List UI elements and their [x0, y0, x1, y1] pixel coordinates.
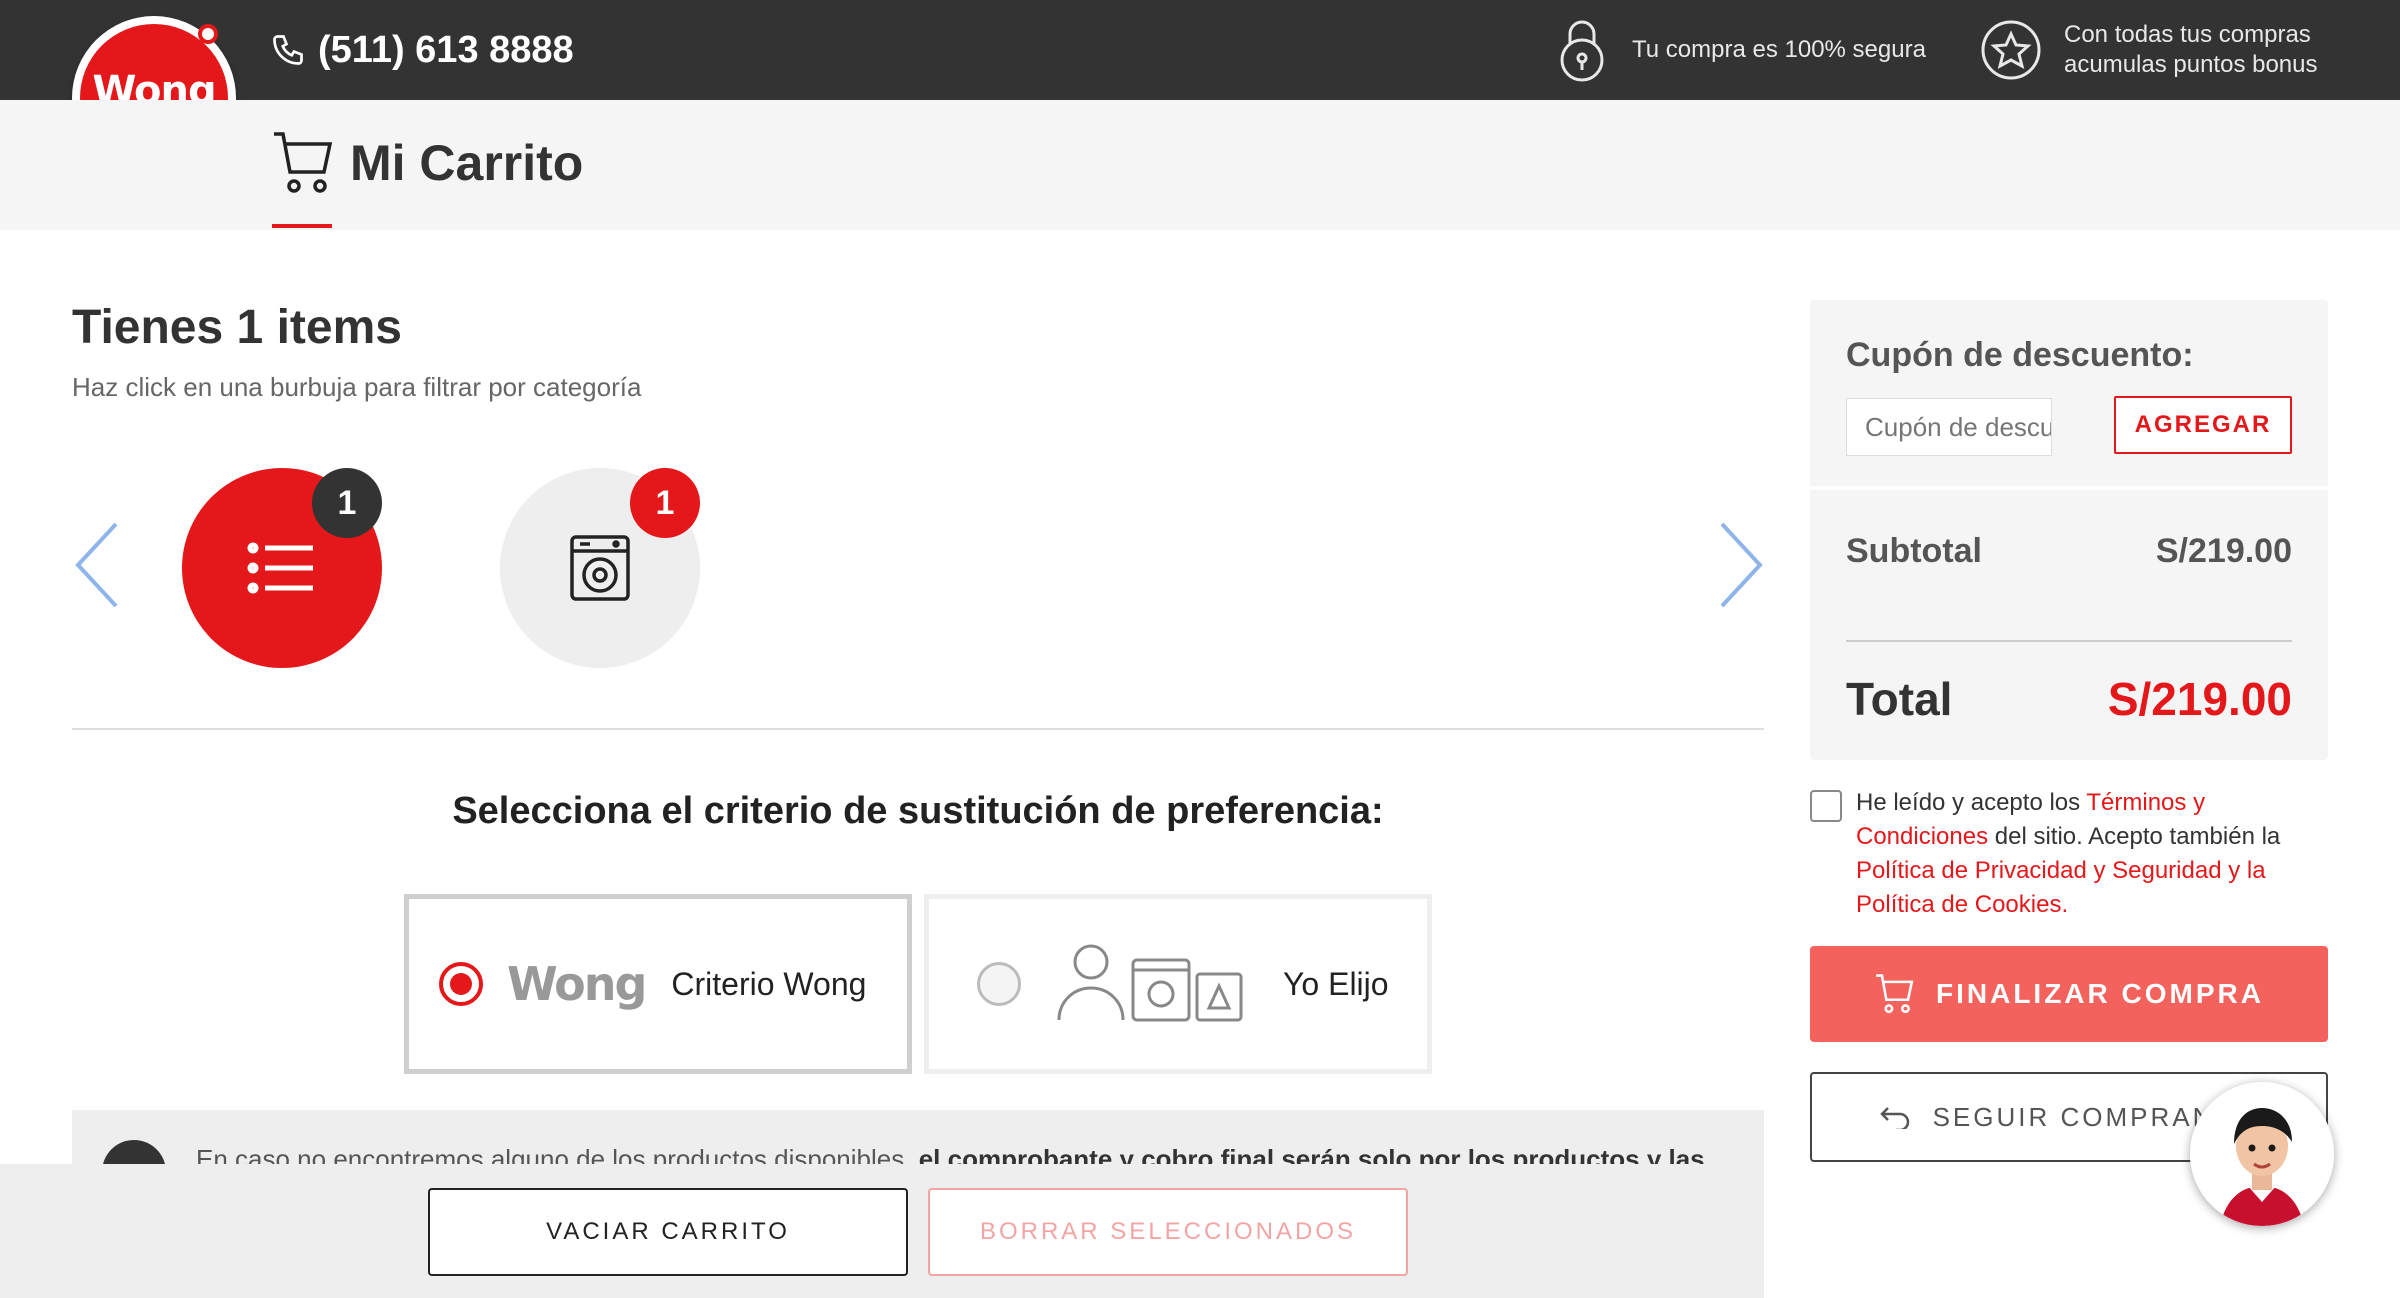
total-value: S/219.00 [2107, 673, 2292, 725]
phone-number: (511) 613 8888 [318, 28, 574, 71]
section-divider [72, 728, 1764, 730]
summary-divider [1846, 640, 2292, 642]
category-count-badge: 1 [312, 468, 382, 538]
page-title-text: Mi Carrito [350, 135, 584, 191]
terms-text-part2: del sitio. Acepto también la [1988, 823, 2281, 850]
carousel-next-arrow-icon[interactable] [1716, 520, 1766, 610]
phone-contact[interactable]: (511) 613 8888 [270, 26, 574, 74]
cart-icon [1876, 974, 1914, 1014]
cart-header: Mi Carrito [0, 100, 2400, 230]
radio-selected-dot [450, 973, 472, 995]
page-title: Mi Carrito [272, 130, 583, 196]
items-count-title: Tienes 1 items [72, 301, 402, 354]
option-label: Criterio Wong [671, 965, 867, 1002]
option-yo-elijo[interactable]: Yo Elijo [924, 894, 1432, 1074]
finalize-purchase-button[interactable]: FINALIZAR COMPRA [1810, 946, 2328, 1042]
subtotal-value: S/219.00 [2155, 532, 2292, 570]
total-label: Total [1846, 673, 1953, 725]
phone-icon [273, 35, 303, 65]
secure-purchase-notice: Tu compra es 100% segura [1558, 16, 1926, 84]
subtotal-label: Subtotal [1846, 532, 1982, 570]
radio-criterio-wong[interactable] [439, 962, 483, 1006]
chat-assistant-avatar[interactable] [2190, 1082, 2334, 1226]
terms-text: He leído y acepto los Términos y Condici… [1856, 786, 2296, 922]
return-arrow-icon [1879, 1107, 1909, 1129]
lock-icon [1560, 20, 1604, 82]
delete-selected-button[interactable]: BORRAR SELECCIONADOS [928, 1188, 1408, 1276]
bonus-text: Con todas tus compras acumulas puntos bo… [2064, 21, 2318, 78]
option-label: Yo Elijo [1283, 965, 1389, 1002]
assistant-avatar-icon [2190, 1082, 2334, 1226]
wong-grey-logo: Wong [507, 957, 647, 1011]
carousel-prev-arrow-icon[interactable] [72, 520, 122, 610]
summary-separator [1810, 486, 2328, 490]
radio-yo-elijo[interactable] [977, 962, 1021, 1006]
title-underline [272, 224, 332, 228]
substitution-info-box: En caso no encontremos alguno de los pro… [72, 1110, 1764, 1170]
add-coupon-button[interactable]: AGREGAR [2114, 396, 2292, 454]
empty-cart-button[interactable]: VACIAR CARRITO [428, 1188, 908, 1276]
finalize-label: FINALIZAR COMPRA [1936, 978, 2264, 1009]
terms-text-part1: He leído y acepto los [1856, 789, 2087, 816]
logo-dot [198, 24, 218, 44]
category-count-badge: 1 [630, 468, 700, 538]
secure-text: Tu compra es 100% segura [1632, 36, 1926, 63]
top-bar: (511) 613 8888 Tu compra es 100% segura … [0, 0, 2400, 100]
washing-machine-icon [570, 535, 630, 601]
cart-icon [274, 132, 332, 193]
user-choice-icon [1057, 944, 1243, 1022]
coupon-title: Cupón de descuento: [1846, 336, 2194, 374]
substitution-title: Selecciona el criterio de sustitución de… [452, 790, 1384, 832]
coupon-input[interactable] [1846, 398, 2052, 456]
list-icon [247, 542, 313, 594]
order-summary: Cupón de descuento: AGREGAR Subtotal S/2… [1810, 300, 2328, 760]
items-subtitle: Haz click en una burbuja para filtrar po… [72, 372, 642, 402]
privacy-link[interactable]: Política de Privacidad y Seguridad y la … [1856, 857, 2266, 918]
bonus-points-notice: Con todas tus compras acumulas puntos bo… [1980, 16, 2364, 84]
star-icon [1981, 20, 2041, 80]
terms-checkbox[interactable] [1810, 790, 1842, 822]
option-criterio-wong[interactable]: Wong Criterio Wong [404, 894, 912, 1074]
